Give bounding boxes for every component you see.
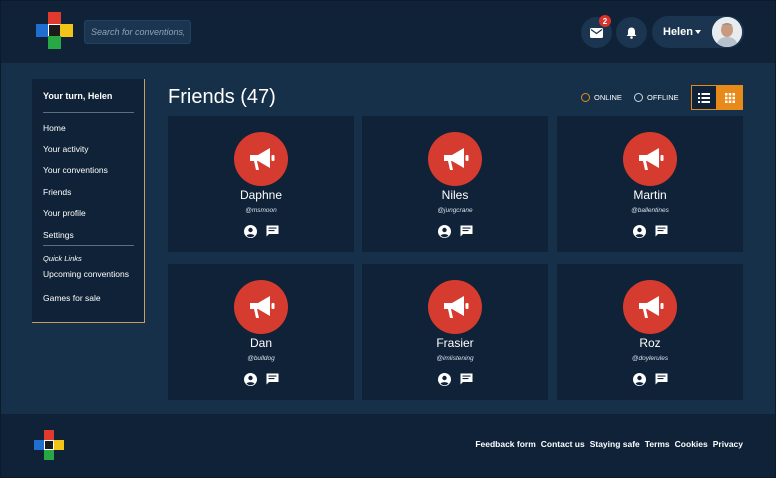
- sidebar-item-conventions[interactable]: Your conventions: [43, 165, 108, 175]
- friend-handle: @bulldog: [247, 355, 275, 362]
- list-icon: [698, 92, 710, 103]
- list-view-button[interactable]: [691, 85, 717, 110]
- chevron-down-icon: [695, 30, 701, 34]
- radio-offline[interactable]: [634, 93, 643, 102]
- quick-links-label: Quick Links: [43, 254, 82, 263]
- friend-avatar[interactable]: [234, 132, 288, 186]
- footer-link-terms[interactable]: Terms: [645, 439, 670, 449]
- friend-card[interactable]: Roz @doylerules: [557, 264, 743, 400]
- megaphone-icon: [250, 148, 275, 170]
- friend-handle: @msmoon: [245, 207, 277, 214]
- notifications-button[interactable]: [616, 17, 647, 48]
- friend-actions: [168, 372, 354, 386]
- friend-name[interactable]: Niles: [362, 188, 548, 202]
- grid-view-button[interactable]: [717, 85, 743, 110]
- friend-name[interactable]: Frasier: [362, 336, 548, 350]
- sidebar-item-activity[interactable]: Your activity: [43, 144, 89, 154]
- user-avatar[interactable]: [712, 17, 742, 47]
- megaphone-icon: [444, 296, 469, 318]
- messages-button[interactable]: 2: [581, 15, 612, 48]
- friend-card[interactable]: Martin @ballentines: [557, 116, 743, 252]
- sidebar-greeting: Your turn, Helen: [43, 91, 113, 101]
- user-photo-icon: [712, 17, 742, 47]
- footer-links: Feedback form Contact us Staying safe Te…: [475, 439, 743, 449]
- friend-name[interactable]: Daphne: [168, 188, 354, 202]
- site-logo[interactable]: [36, 12, 74, 50]
- footer-logo[interactable]: [34, 430, 64, 460]
- view-profile-icon[interactable]: [243, 224, 257, 238]
- friend-name[interactable]: Dan: [168, 336, 354, 350]
- friend-actions: [362, 372, 548, 386]
- friend-actions: [557, 224, 743, 238]
- search-input[interactable]: [91, 27, 184, 37]
- message-icon[interactable]: [654, 372, 668, 386]
- filter-offline[interactable]: OFFLINE: [634, 93, 679, 102]
- friend-avatar[interactable]: [234, 280, 288, 334]
- sidebar-item-profile[interactable]: Your profile: [43, 208, 86, 218]
- grid-icon: [725, 92, 735, 103]
- sidebar-item-home[interactable]: Home: [43, 123, 66, 133]
- page-title: Friends (47): [168, 86, 276, 108]
- message-icon[interactable]: [265, 224, 279, 238]
- quick-link-games-for-sale[interactable]: Games for sale: [43, 293, 101, 303]
- footer-link-contact[interactable]: Contact us: [541, 439, 585, 449]
- user-menu[interactable]: Helen: [652, 16, 744, 48]
- top-header: 2 Helen: [0, 0, 776, 63]
- message-icon[interactable]: [654, 224, 668, 238]
- friend-avatar[interactable]: [623, 132, 677, 186]
- friend-actions: [168, 224, 354, 238]
- user-name: Helen: [663, 26, 693, 38]
- quick-link-upcoming-conventions[interactable]: Upcoming conventions: [43, 269, 129, 279]
- megaphone-icon: [639, 296, 664, 318]
- friend-actions: [557, 372, 743, 386]
- footer-link-cookies[interactable]: Cookies: [675, 439, 708, 449]
- friend-card[interactable]: Niles @jungcrane: [362, 116, 548, 252]
- site-footer: Feedback form Contact us Staying safe Te…: [0, 414, 776, 478]
- footer-link-privacy[interactable]: Privacy: [713, 439, 743, 449]
- view-profile-icon[interactable]: [632, 372, 646, 386]
- filter-online[interactable]: ONLINE: [581, 93, 622, 102]
- filter-online-label: ONLINE: [594, 93, 622, 102]
- search-box[interactable]: [84, 20, 191, 44]
- bell-icon: [626, 27, 637, 39]
- view-profile-icon[interactable]: [632, 224, 646, 238]
- view-profile-icon[interactable]: [243, 372, 257, 386]
- sidebar-divider: [43, 245, 134, 246]
- messages-badge: 2: [599, 15, 611, 27]
- envelope-icon: [590, 27, 603, 38]
- friend-handle: @ballentines: [631, 207, 669, 214]
- message-icon[interactable]: [265, 372, 279, 386]
- friend-handle: @jungcrane: [437, 207, 473, 214]
- sidebar: Your turn, Helen Home Your activity Your…: [32, 79, 145, 323]
- view-profile-icon[interactable]: [437, 224, 451, 238]
- friend-card[interactable]: Frasier @imlistening: [362, 264, 548, 400]
- message-icon[interactable]: [459, 372, 473, 386]
- footer-link-feedback[interactable]: Feedback form: [475, 439, 535, 449]
- filter-offline-label: OFFLINE: [647, 93, 679, 102]
- megaphone-icon: [639, 148, 664, 170]
- friend-actions: [362, 224, 548, 238]
- sidebar-item-friends[interactable]: Friends: [43, 187, 71, 197]
- friend-handle: @doylerules: [631, 355, 669, 362]
- sidebar-item-settings[interactable]: Settings: [43, 230, 74, 240]
- friend-card[interactable]: Dan @bulldog: [168, 264, 354, 400]
- message-icon[interactable]: [459, 224, 473, 238]
- view-profile-icon[interactable]: [437, 372, 451, 386]
- friend-handle: @imlistening: [436, 355, 474, 362]
- megaphone-icon: [444, 148, 469, 170]
- friend-name[interactable]: Martin: [557, 188, 743, 202]
- radio-online[interactable]: [581, 93, 590, 102]
- friend-avatar[interactable]: [428, 132, 482, 186]
- sidebar-divider: [43, 112, 134, 113]
- friend-avatar[interactable]: [623, 280, 677, 334]
- megaphone-icon: [250, 296, 275, 318]
- footer-link-staying-safe[interactable]: Staying safe: [590, 439, 640, 449]
- friend-card[interactable]: Daphne @msmoon: [168, 116, 354, 252]
- friend-avatar[interactable]: [428, 280, 482, 334]
- friend-name[interactable]: Roz: [557, 336, 743, 350]
